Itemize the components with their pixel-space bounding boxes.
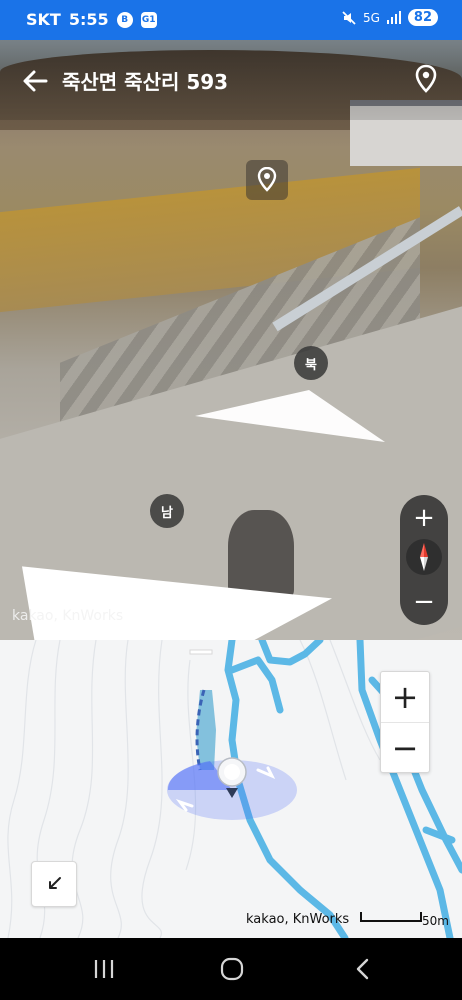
home-button[interactable] [212,956,252,982]
map-zoom-controls: + − [380,671,430,773]
south-direction-badge[interactable]: 남 [150,494,184,528]
home-icon [220,957,244,981]
top-header: 죽산면 죽산리 593 [0,40,462,120]
system-navigation-bar [0,938,462,1000]
time-label: 5:55 [68,10,109,29]
network-label: 5G [362,10,380,25]
compass-icon[interactable] [406,539,442,575]
north-direction-badge[interactable]: 북 [294,346,328,380]
map-scale-bar [360,912,422,922]
notification-square-badge: G1 [140,11,157,28]
collapse-arrow-icon [49,877,61,889]
map-zoom-in-button[interactable]: + [381,672,429,722]
minimap-panel[interactable]: + − kakao, KnWorks 50m [0,640,462,938]
notification-badge: B [116,11,133,28]
map-pin-icon [415,64,437,93]
arrow-left-icon [23,70,48,92]
back-button[interactable] [18,64,52,98]
collapse-map-button[interactable] [31,861,77,907]
carrier-label: SKT [26,10,61,29]
location-pin-marker[interactable] [246,160,288,200]
recent-apps-icon [94,960,114,978]
map-pond [196,690,216,770]
roadview-attribution: kakao, KnWorks [12,608,124,624]
map-scale-label: 50m [422,914,449,928]
battery-indicator: 82 [407,9,438,26]
roadview-shadow [228,510,294,600]
location-button[interactable] [412,64,440,94]
roadview-zoom-out-button[interactable]: − [400,587,448,617]
signal-icon [386,10,402,25]
map-pin-icon [257,167,277,192]
map-building [189,649,213,655]
roadview-controls: + − [400,495,448,625]
map-zoom-out-button[interactable]: − [381,722,429,773]
mute-icon [341,10,357,26]
roadview-zoom-in-button[interactable]: + [400,503,448,533]
map-attribution: kakao, KnWorks [246,912,350,927]
roadview-panel[interactable]: 북 남 + − kakao, KnWorks [0,40,462,640]
chevron-left-icon [356,958,369,980]
recent-apps-button[interactable] [84,956,124,982]
page-title: 죽산면 죽산리 593 [62,70,229,94]
back-nav-button[interactable] [342,956,382,982]
status-bar: SKT 5:55 B G1 5G 82 [0,0,462,40]
